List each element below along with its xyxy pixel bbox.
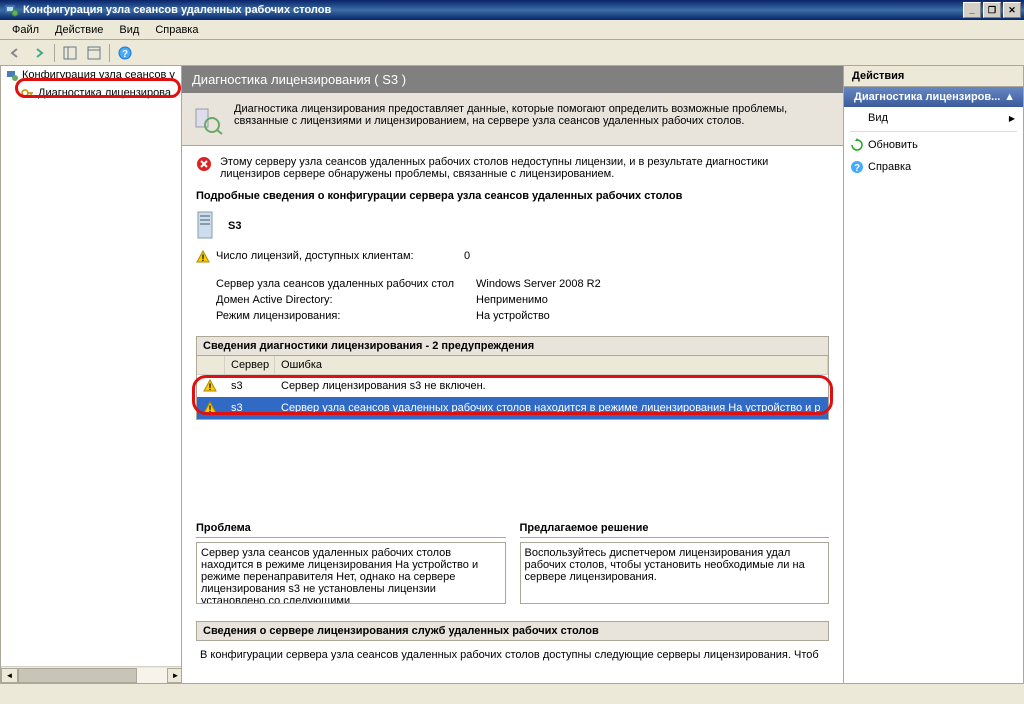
kv2-label: Домен Active Directory: — [216, 294, 476, 306]
kv3: Режим лицензирования: На устройство — [216, 310, 829, 322]
action-refresh[interactable]: Обновить — [844, 134, 1023, 156]
actions-header: Действия — [844, 66, 1023, 87]
error-text: Этому серверу узла сеансов удаленных раб… — [220, 156, 829, 180]
diag-row-0-server: s3 — [225, 378, 275, 394]
server-row: S3 — [196, 210, 829, 242]
main-layout: Конфигурация узла сеансов у Диагностика … — [0, 66, 1024, 684]
server-config-icon — [5, 68, 19, 82]
solution-text[interactable] — [520, 542, 830, 604]
action-view[interactable]: Вид ▶ — [844, 107, 1023, 129]
tree-root-label: Конфигурация узла сеансов у — [22, 69, 175, 81]
problem-text[interactable] — [196, 542, 506, 604]
diag-row-1[interactable]: ! s3 Сервер узла сеансов удаленных рабоч… — [197, 397, 828, 419]
actions-panel: Действия Диагностика лицензиров... ▲ Вид… — [844, 66, 1024, 684]
kv2-value: Неприменимо — [476, 294, 548, 306]
tree-child-diagnostics[interactable]: Диагностика лицензирова — [17, 84, 181, 102]
solution-box: Предлагаемое решение — [520, 522, 830, 607]
svg-text:!: ! — [209, 382, 212, 392]
collapse-icon: ▲ — [1004, 91, 1015, 103]
key-icon — [21, 86, 35, 100]
menu-action[interactable]: Действие — [47, 22, 111, 38]
error-icon — [196, 156, 212, 172]
diag-row-0[interactable]: ! s3 Сервер лицензирования s3 не включен… — [197, 375, 828, 397]
diag-row-1-error: Сервер узла сеансов удаленных рабочих ст… — [275, 400, 828, 416]
svg-text:!: ! — [202, 253, 205, 263]
content-subheader: Диагностика лицензирования предоставляет… — [182, 93, 843, 146]
kv1-value: Windows Server 2008 R2 — [476, 278, 601, 290]
server-icon — [196, 210, 218, 242]
forward-button[interactable] — [28, 42, 50, 64]
scroll-right-button[interactable]: ► — [167, 668, 182, 683]
problem-label: Проблема — [196, 522, 506, 538]
svg-text:?: ? — [122, 49, 128, 60]
scroll-left-button[interactable]: ◄ — [1, 668, 18, 683]
maximize-button[interactable]: ❐ — [983, 2, 1001, 18]
menu-view[interactable]: Вид — [111, 22, 147, 38]
content-header: Диагностика лицензирования ( S3 ) — [182, 66, 843, 93]
actions-subheader-text: Диагностика лицензиров... — [854, 91, 1000, 103]
licenses-row: ! Число лицензий, доступных клиентам: 0 — [196, 250, 829, 264]
refresh-icon — [850, 138, 864, 152]
help-icon: ? — [850, 160, 864, 174]
diag-row-0-error: Сервер лицензирования s3 не включен. — [275, 378, 828, 394]
section-title: Подробные сведения о конфигурации сервер… — [196, 190, 829, 202]
app-icon — [3, 2, 19, 18]
kv2: Домен Active Directory: Неприменимо — [216, 294, 829, 306]
action-help[interactable]: ? Справка — [844, 156, 1023, 178]
svg-text:?: ? — [854, 163, 860, 174]
diag-th-icon[interactable] — [197, 356, 225, 374]
error-row: Этому серверу узла сеансов удаленных раб… — [196, 156, 829, 180]
kv1-label: Сервер узла сеансов удаленных рабочих ст… — [216, 278, 476, 290]
layout1-button[interactable] — [59, 42, 81, 64]
solution-label: Предлагаемое решение — [520, 522, 830, 538]
toolbar: ? — [0, 40, 1024, 66]
tree-root[interactable]: Конфигурация узла сеансов у — [1, 66, 181, 84]
diag-table: Сервер Ошибка ! s3 Сервер лицензирования… — [196, 356, 829, 420]
diagnostics-icon — [192, 103, 224, 135]
action-view-label: Вид — [868, 112, 888, 124]
licenses-value: 0 — [464, 250, 470, 264]
menu-help[interactable]: Справка — [147, 22, 206, 38]
svg-text:!: ! — [209, 404, 212, 414]
minimize-button[interactable]: _ — [963, 2, 981, 18]
menubar: Файл Действие Вид Справка — [0, 20, 1024, 40]
tree-panel: Конфигурация узла сеансов у Диагностика … — [0, 66, 182, 684]
diag-thead: Сервер Ошибка — [197, 356, 828, 375]
titlebar: Конфигурация узла сеансов удаленных рабо… — [0, 0, 1024, 20]
content-body: Этому серверу узла сеансов удаленных раб… — [182, 146, 843, 683]
kv3-value: На устройство — [476, 310, 550, 322]
problem-box: Проблема — [196, 522, 506, 607]
diag-row-1-server: s3 — [225, 400, 275, 416]
help-button[interactable]: ? — [114, 42, 136, 64]
tree-scrollbar[interactable]: ◄ ► — [1, 666, 182, 683]
close-button[interactable]: ✕ — [1003, 2, 1021, 18]
bottom-header: Сведения о сервере лицензирования служб … — [196, 621, 829, 641]
diag-th-server[interactable]: Сервер — [225, 356, 275, 374]
action-refresh-label: Обновить — [868, 139, 918, 151]
bottom-text: В конфигурации сервера узла сеансов удал… — [196, 641, 829, 669]
diag-header: Сведения диагностики лицензирования - 2 … — [196, 336, 829, 356]
diag-th-error[interactable]: Ошибка — [275, 356, 828, 374]
warning-icon: ! — [196, 250, 210, 264]
layout2-button[interactable] — [83, 42, 105, 64]
actions-subheader[interactable]: Диагностика лицензиров... ▲ — [844, 87, 1023, 107]
back-button[interactable] — [4, 42, 26, 64]
kv1: Сервер узла сеансов удаленных рабочих ст… — [216, 278, 829, 290]
licenses-label: Число лицензий, доступных клиентам: — [216, 250, 464, 264]
titlebar-text: Конфигурация узла сеансов удаленных рабо… — [23, 4, 963, 16]
kv3-label: Режим лицензирования: — [216, 310, 476, 322]
menu-file[interactable]: Файл — [4, 22, 47, 38]
action-help-label: Справка — [868, 161, 911, 173]
two-col: Проблема Предлагаемое решение — [196, 522, 829, 607]
subheader-text: Диагностика лицензирования предоставляет… — [234, 103, 833, 135]
chevron-right-icon: ▶ — [1009, 114, 1015, 123]
content-panel: Диагностика лицензирования ( S3 ) Диагно… — [182, 66, 844, 684]
window-controls: _ ❐ ✕ — [963, 2, 1021, 18]
tree-child-label: Диагностика лицензирова — [38, 87, 171, 99]
server-name: S3 — [228, 220, 241, 232]
